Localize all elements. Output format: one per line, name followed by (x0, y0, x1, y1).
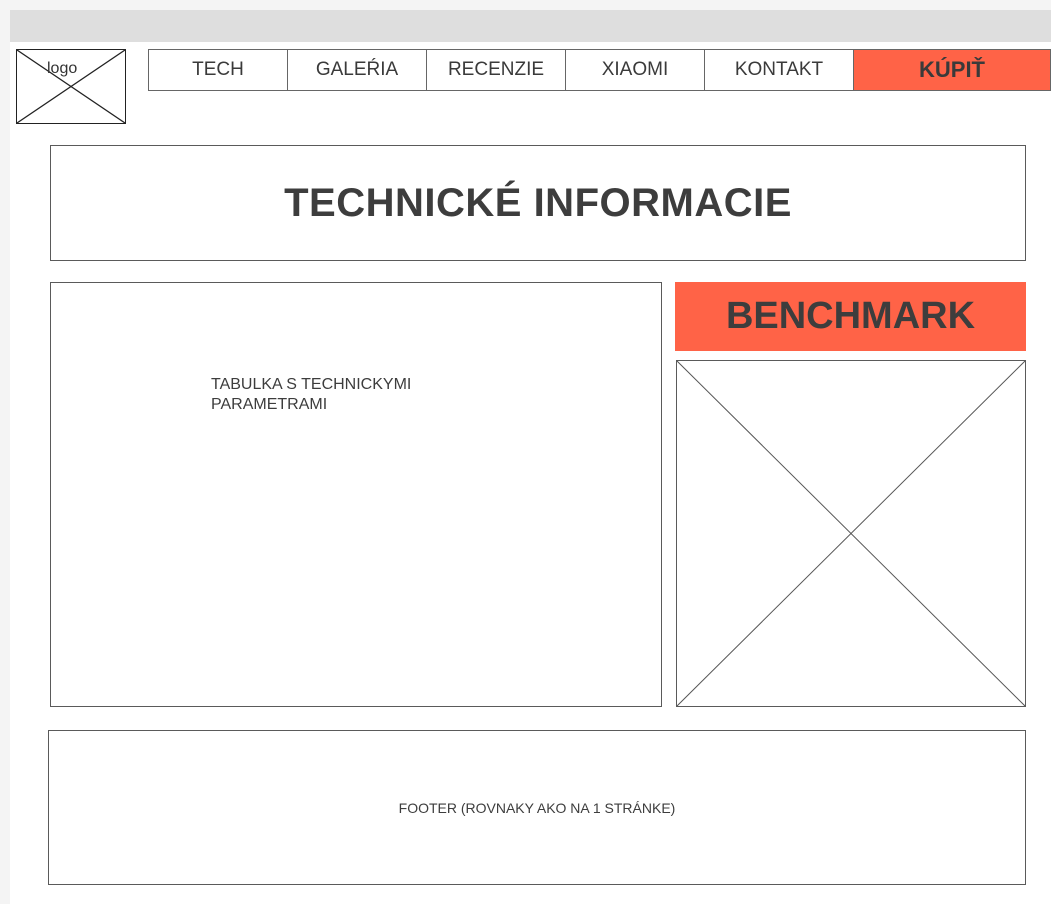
nav-item-galeria[interactable]: GALEŔIA (287, 49, 427, 91)
buy-button[interactable]: KÚPIŤ (853, 49, 1051, 91)
footer-text: FOOTER (ROVNAKY AKO NA 1 STRÁNKE) (398, 799, 676, 816)
page-title-box: TECHNICKÉ INFORMACIE (50, 145, 1026, 261)
tech-params-table-placeholder: TABULKA S TECHNICKYMI PARAMETRAMI (50, 282, 662, 707)
page-title: TECHNICKÉ INFORMACIE (284, 180, 792, 225)
nav-item-recenzie[interactable]: RECENZIE (426, 49, 566, 91)
nav-item-tech[interactable]: TECH (148, 49, 288, 91)
wireframe-top-bar (10, 10, 1051, 42)
benchmark-label: BENCHMARK (725, 295, 976, 337)
footer: FOOTER (ROVNAKY AKO NA 1 STRÁNKE) (48, 730, 1026, 885)
benchmark-image-placeholder (676, 360, 1026, 707)
main-nav: TECH GALEŔIA RECENZIE XIAOMI KONTAKT KÚP… (148, 49, 1051, 91)
nav-item-xiaomi[interactable]: XIAOMI (565, 49, 705, 91)
benchmark-header[interactable]: BENCHMARK (675, 282, 1026, 351)
nav-item-kontakt[interactable]: KONTAKT (704, 49, 854, 91)
logo-label: logo (47, 60, 78, 77)
table-placeholder-text: TABULKA S TECHNICKYMI PARAMETRAMI (211, 376, 412, 413)
logo-placeholder[interactable]: logo (16, 49, 126, 124)
wireframe-canvas: logo TECH GALEŔIA RECENZIE XIAOMI KONTAK… (10, 42, 1051, 904)
image-cross-icon (677, 361, 1025, 706)
